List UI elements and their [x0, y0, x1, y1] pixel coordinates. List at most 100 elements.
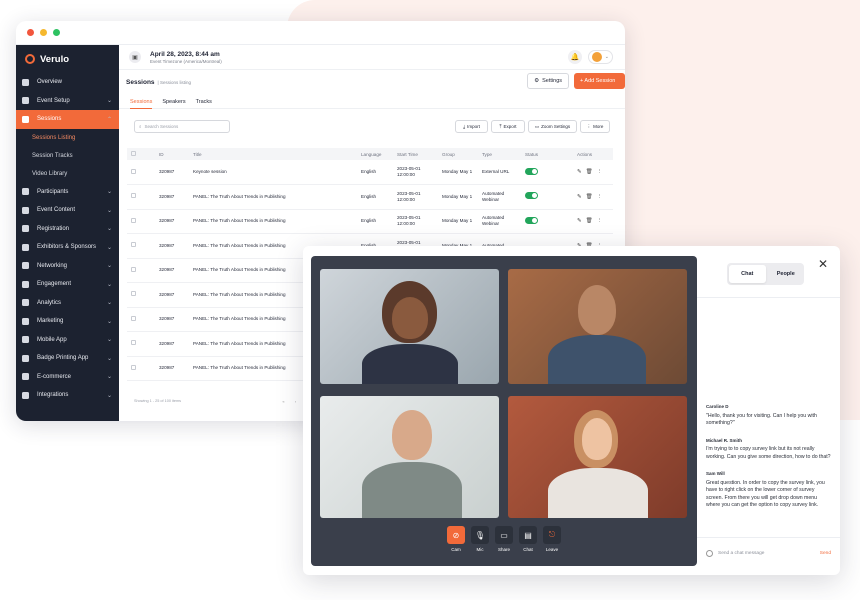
chat-icon: ▤: [519, 526, 537, 544]
cam-button[interactable]: ⊘ Cam: [447, 526, 465, 552]
mic-button[interactable]: 🎙 Mic: [471, 526, 489, 552]
mic-icon: 🎙: [471, 526, 489, 544]
status-toggle[interactable]: [525, 192, 538, 200]
sidebar-subitem[interactable]: Sessions Listing: [16, 129, 119, 147]
sidebar-item-engagement[interactable]: Engagement ⌄: [16, 275, 119, 294]
participant-body: [548, 468, 648, 518]
sidebar-item-registration[interactable]: Registration ⌄: [16, 220, 119, 239]
sidebar-item-analytics[interactable]: Analytics ⌄: [16, 294, 119, 313]
prev-page-button[interactable]: «: [279, 397, 288, 406]
sidebar-item-overview[interactable]: Overview: [16, 73, 119, 92]
video-tile-3[interactable]: [320, 396, 499, 518]
status-toggle[interactable]: [525, 167, 538, 175]
actions-cell: ✎🗑⋮: [573, 209, 613, 234]
row-checkbox-cell: [127, 356, 155, 381]
sidebar-item-exhibitors-sponsors[interactable]: Exhibitors & Sponsors ⌄: [16, 238, 119, 257]
more-button[interactable]: ⋮ More: [580, 120, 610, 133]
row-checkbox[interactable]: [131, 193, 136, 199]
chevron-down-icon: ⌄: [106, 374, 112, 381]
participant-face: [582, 418, 612, 460]
row-checkbox[interactable]: [131, 168, 136, 174]
chat-tabs: Chat People: [727, 263, 804, 285]
maximize-dot[interactable]: [53, 29, 60, 36]
chat-button[interactable]: ▤ Chat: [519, 526, 537, 552]
video-tile-4[interactable]: [508, 396, 687, 518]
tab-sessions[interactable]: Sessions: [130, 95, 153, 109]
video-tile-1[interactable]: [320, 269, 499, 384]
add-session-button[interactable]: + Add Session: [574, 73, 625, 89]
row-checkbox[interactable]: [131, 242, 136, 248]
sidebar-item-sessions[interactable]: Sessions ⌃: [16, 110, 119, 129]
row-checkbox[interactable]: [131, 266, 136, 272]
sidebar-item-mobile-app[interactable]: Mobile App ⌄: [16, 331, 119, 350]
chart-icon: [22, 299, 29, 307]
sidebar-item-e-commerce[interactable]: E-commerce ⌄: [16, 368, 119, 387]
settings-button[interactable]: ⚙ Settings: [527, 73, 569, 89]
tab-tracks[interactable]: Tracks: [196, 95, 212, 109]
user-plus-icon: [22, 225, 29, 233]
message-text: Great question. In order to copy the sur…: [706, 479, 825, 509]
sidebar-item-networking[interactable]: Networking ⌄: [16, 257, 119, 276]
settings-label: Settings: [542, 78, 562, 84]
table-cell: 320987: [155, 184, 189, 210]
row-checkbox-cell: [127, 233, 155, 259]
row-checkbox[interactable]: [131, 291, 136, 297]
row-checkbox[interactable]: [131, 364, 136, 370]
toolbar: ⌕ Search Sessions ⤓ Import ⤒ Export ▭ Zoo…: [119, 109, 625, 139]
row-checkbox-cell: [127, 331, 155, 357]
sidebar-item-event-setup[interactable]: Event Setup ⌄: [16, 92, 119, 111]
export-button[interactable]: ⤒ Export: [491, 120, 525, 133]
tab-chat[interactable]: Chat: [729, 265, 766, 283]
import-button[interactable]: ⤓ Import: [455, 120, 488, 133]
sidebar-item-label: Overview: [37, 79, 63, 86]
chevron-down-icon: ⌄: [106, 281, 112, 288]
video-tile-2[interactable]: [508, 269, 687, 384]
chat-input[interactable]: Send a chat message Send: [697, 537, 840, 569]
table-row[interactable]: 320987 PANEL: The Truth About Trends in P…: [127, 184, 613, 210]
tab-people[interactable]: People: [768, 263, 805, 285]
table-cell: 2023-05-01 12:00:00: [393, 184, 438, 210]
row-checkbox[interactable]: [131, 217, 136, 223]
sidebar-item-label: Engagement: [37, 281, 72, 288]
table-row[interactable]: 320987 PANEL: The Truth About Trends in P…: [127, 209, 613, 234]
sidebar-nav: Overview Event Setup ⌄ Sessions ⌃ Sessions Li…: [16, 73, 119, 405]
logo-icon: [25, 54, 35, 64]
send-button[interactable]: Send: [820, 551, 831, 556]
sidebar-item-badge-printing-app[interactable]: Badge Printing App ⌄: [16, 349, 119, 368]
info-icon: [22, 78, 29, 86]
row-actions[interactable]: ✎🗑⋮: [577, 194, 606, 200]
row-actions[interactable]: ✎🗑⋮: [577, 218, 606, 224]
select-all-checkbox[interactable]: [131, 151, 136, 156]
leave-button[interactable]: ⎋ Leave: [543, 526, 561, 552]
minimize-dot[interactable]: [40, 29, 47, 36]
notification-icon[interactable]: 🔔: [567, 50, 582, 64]
row-checkbox[interactable]: [131, 340, 136, 346]
sidebar-subitem[interactable]: Video Library: [16, 165, 119, 183]
content-icon: [22, 206, 29, 214]
row-checkbox[interactable]: [131, 315, 136, 321]
row-actions[interactable]: ✎🗑⋮: [577, 169, 606, 175]
sidebar-item-participants[interactable]: Participants ⌄: [16, 183, 119, 202]
sidebar-item-marketing[interactable]: Marketing ⌄: [16, 312, 119, 331]
zoom-settings-button[interactable]: ▭ Zoom Settings: [528, 120, 577, 133]
search-input[interactable]: ⌕ Search Sessions: [134, 120, 230, 133]
message-author: Sam Will: [706, 471, 725, 476]
sidebar-subitem[interactable]: Session Tracks: [16, 147, 119, 165]
share-icon: [22, 262, 29, 270]
chevron-down-icon: ⌄: [106, 207, 112, 214]
user-menu[interactable]: ⌄: [587, 50, 613, 64]
sidebar-item-event-content[interactable]: Event Content ⌄: [16, 201, 119, 220]
prev-button[interactable]: ‹: [291, 397, 300, 406]
table-row[interactable]: 320987 Keynote session English 2023-05-01 1…: [127, 160, 613, 185]
table-header: ID Title Language Start Time Group Type Status…: [127, 148, 613, 160]
close-icon[interactable]: ✕: [818, 257, 828, 271]
status-toggle[interactable]: [525, 216, 538, 224]
emoji-icon[interactable]: [706, 550, 713, 557]
sidebar-item-integrations[interactable]: Integrations ⌄: [16, 386, 119, 405]
table-cell: English: [357, 209, 393, 234]
share-button[interactable]: ▭ Share: [495, 526, 513, 552]
tab-speakers[interactable]: Speakers: [162, 95, 185, 109]
table-cell: External URL: [478, 160, 521, 185]
close-dot[interactable]: [27, 29, 34, 36]
add-session-label: + Add Session: [580, 78, 616, 84]
